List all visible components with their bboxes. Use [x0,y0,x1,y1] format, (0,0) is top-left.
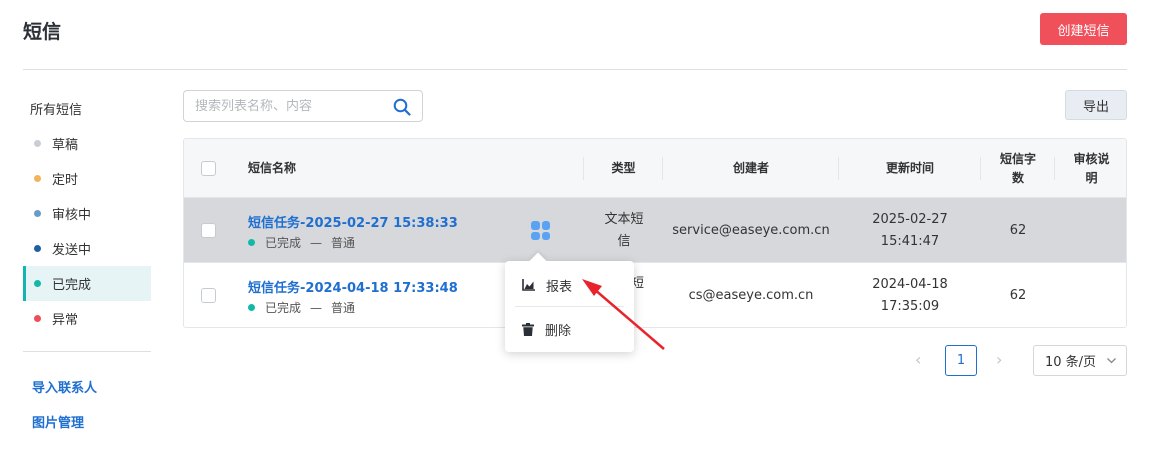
page-title: 短信 [23,21,62,43]
separator-dash: — [310,300,323,315]
sidebar-item-draft[interactable]: 草稿 [23,126,151,161]
creator-cell: service@easeye.com.cn [672,222,830,238]
updated-time: 15:41:47 [880,233,940,249]
top-divider [23,69,1127,70]
sidebar-item-label: 审核中 [52,208,92,223]
sidebar-list: 草稿 定时 审核中 发送中 已完成 异常 [23,126,151,336]
status-dot-icon [34,140,41,147]
type-cell: 文本短信 [604,211,644,249]
status-dot-icon [34,315,41,322]
sidebar-item-completed[interactable]: 已完成 [23,266,151,301]
prev-page-icon[interactable]: ‹ [915,350,921,369]
sidebar-heading[interactable]: 所有短信 [30,99,82,118]
popup-item-label: 删除 [545,323,572,339]
chars-cell: 62 [1009,287,1027,303]
popup-item-label: 报表 [546,279,573,295]
select-all-checkbox[interactable] [201,161,216,176]
separator-dash: — [310,235,323,250]
creator-cell: cs@easeye.com.cn [688,287,814,303]
status-dot-icon [34,280,41,287]
sidebar-item-sending[interactable]: 发送中 [23,231,151,266]
popup-item-delete[interactable]: 删除 [505,307,634,351]
sidebar-item-label: 已完成 [52,278,92,293]
category-text: 普通 [331,301,356,315]
review-cell [1055,198,1126,263]
table-row[interactable]: 短信任务-2025-02-27 15:38:33 已完成 — 普通 文本短信 s… [184,198,1126,263]
column-header-updated: 更新时间 [839,139,981,198]
column-header-review: 审核说明 [1073,151,1110,185]
sidebar-item-label: 定时 [52,173,79,188]
status-text: 已完成 [265,236,302,250]
column-header-creator: 创建者 [663,139,839,198]
status-dot-icon [34,175,41,182]
updated-cell: 2025-02-27 15:41:47 [839,198,981,263]
status-dot-icon [248,304,255,311]
page-button-current[interactable]: 1 [945,345,977,376]
sidebar-item-label: 异常 [52,313,79,328]
sidebar-item-scheduled[interactable]: 定时 [23,161,151,196]
updated-date: 2025-02-27 [872,211,948,227]
column-header-name: 短信名称 [232,139,584,198]
export-button[interactable]: 导出 [1065,90,1127,120]
sidebar-item-reviewing[interactable]: 审核中 [23,196,151,231]
sidebar-item-label: 草稿 [52,138,79,153]
updated-date: 2024-04-18 [872,276,948,292]
status-text: 已完成 [265,301,302,315]
column-header-chars: 短信字数 [981,139,1055,198]
more-actions-icon[interactable] [531,221,550,240]
create-sms-button[interactable]: 创建短信 [1040,13,1127,45]
page-size-select[interactable]: 10 条/页 [1033,345,1127,376]
sidebar-item-label: 发送中 [52,243,92,258]
sms-name-link[interactable]: 短信任务-2024-04-18 17:33:48 [248,277,458,296]
sms-table: 短信名称 类型 创建者 更新时间 短信字数 审核说明 短信任务-2025-02-… [183,138,1127,328]
sms-name-cell: 短信任务-2024-04-18 17:33:48 已完成 — 普通 [248,277,458,316]
chevron-down-icon [1107,358,1116,364]
page-size-value: 10 条/页 [1045,355,1097,370]
sidebar-divider [23,351,151,352]
status-line: 已完成 — 普通 [248,299,458,316]
column-header-type: 类型 [584,139,663,198]
status-line: 已完成 — 普通 [248,234,458,251]
status-dot-icon [34,245,41,252]
status-dot-icon [34,210,41,217]
image-management-link[interactable]: 图片管理 [32,412,84,431]
sidebar-item-error[interactable]: 异常 [23,301,151,336]
sms-name-cell: 短信任务-2025-02-27 15:38:33 已完成 — 普通 [248,212,458,251]
next-page-icon[interactable]: › [996,350,1002,369]
updated-time: 17:35:09 [880,298,940,314]
chars-cell: 62 [1009,222,1027,238]
table-row[interactable]: 短信任务-2024-04-18 17:33:48 已完成 — 普通 短 cs@e… [184,263,1126,327]
actions-popup-menu: 报表 删除 [505,261,634,352]
import-contacts-link[interactable]: 导入联系人 [32,377,97,396]
row-checkbox[interactable] [201,223,216,238]
search-input[interactable] [195,98,385,114]
status-dot-icon [248,239,255,246]
chart-icon [522,279,535,291]
search-box [183,90,423,122]
search-icon[interactable] [393,98,411,116]
category-text: 普通 [331,236,356,250]
sms-name-link[interactable]: 短信任务-2025-02-27 15:38:33 [248,212,458,231]
trash-icon [522,322,534,336]
table-header: 短信名称 类型 创建者 更新时间 短信字数 审核说明 [184,139,1126,198]
review-cell [1055,263,1126,327]
row-checkbox[interactable] [201,288,216,303]
popup-item-report[interactable]: 报表 [505,263,634,307]
updated-cell: 2024-04-18 17:35:09 [839,263,981,327]
